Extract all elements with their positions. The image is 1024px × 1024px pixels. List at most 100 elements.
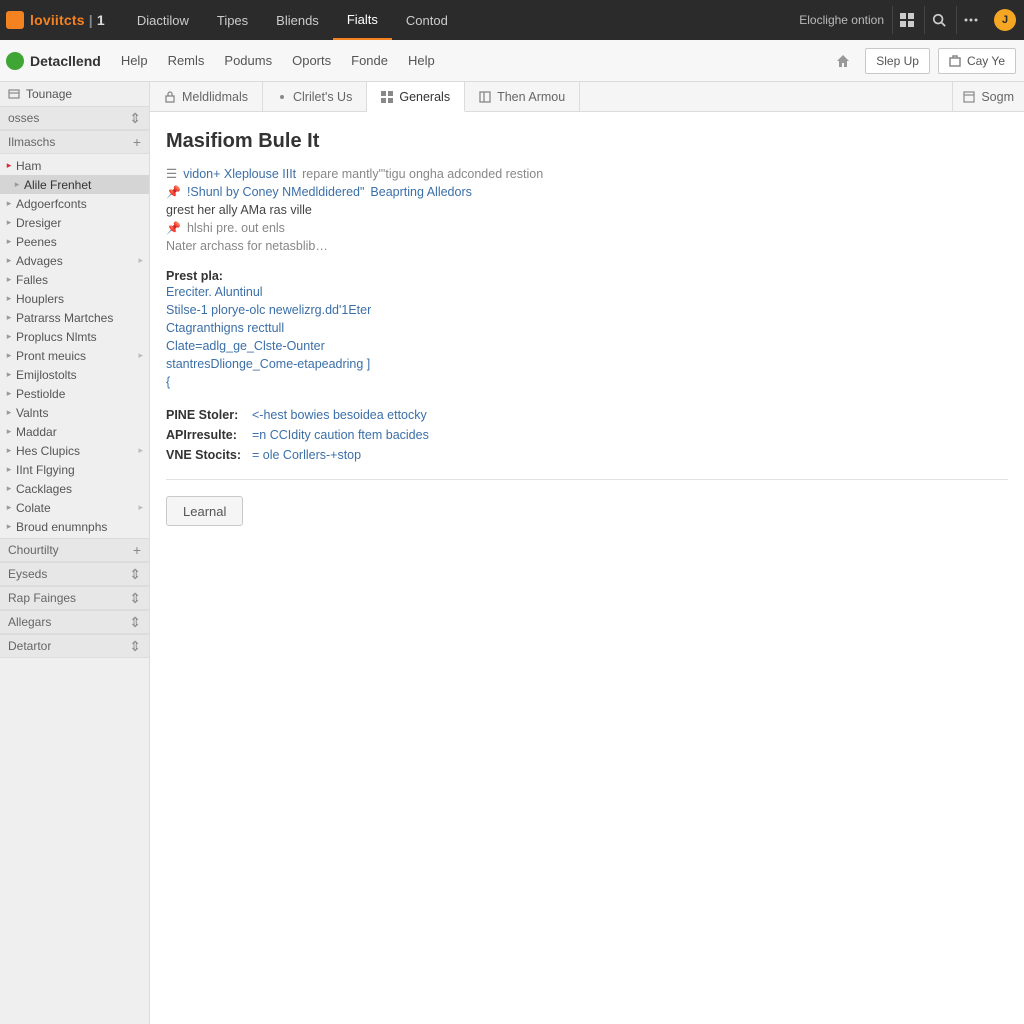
prest-link[interactable]: Ereciter. Aluntinul — [166, 283, 1008, 301]
expand-icon: ▸ — [138, 445, 143, 456]
tree-node-label: Falles — [14, 273, 48, 287]
collapse-icon[interactable]: ⇕ — [129, 110, 141, 127]
brand-logo-icon — [6, 11, 24, 29]
summary-line: ☰vidon+ Xleplouse IIIt repare mantly"'ti… — [166, 165, 1008, 183]
tree-node[interactable]: ▸Dresiger — [0, 213, 149, 232]
expand-icon: ▸ — [138, 255, 143, 266]
add-icon[interactable]: + — [133, 542, 141, 558]
top-tab-0[interactable]: Diactilow — [123, 0, 203, 40]
learn-button[interactable]: Learnal — [166, 496, 243, 526]
tree-node[interactable]: ▸Colate▸ — [0, 498, 149, 517]
chevron-right-icon: ▸ — [4, 350, 14, 361]
tree-node[interactable]: ▸Valnts — [0, 403, 149, 422]
collapse-icon[interactable]: ⇕ — [129, 590, 141, 607]
top-tab-2[interactable]: Bliends — [262, 0, 333, 40]
doc-tab-1[interactable]: Clrilet's Us — [263, 82, 367, 111]
sidebar-section[interactable]: Detartor⇕ — [0, 634, 149, 658]
chevron-right-icon: ▸ — [4, 217, 14, 228]
tree-node[interactable]: ▸Maddar — [0, 422, 149, 441]
chevron-right-icon: ▸ — [4, 331, 14, 342]
summary-line: 📌hlshi pre. out enls — [166, 219, 1008, 237]
tree-node[interactable]: ▸Advages▸ — [0, 251, 149, 270]
sidebar-section[interactable]: Allegars⇕ — [0, 610, 149, 634]
kv-key: VNE Stocits: — [166, 445, 252, 465]
sidebar-section-osses[interactable]: osses ⇕ — [0, 106, 149, 130]
sidebar-section-imaschs[interactable]: Ilmaschs + — [0, 130, 149, 154]
sidebar-section[interactable]: Chourtilty+ — [0, 538, 149, 562]
tree-node[interactable]: ▸Peenes — [0, 232, 149, 251]
chevron-right-icon: ▸ — [4, 255, 14, 266]
lock-icon — [164, 91, 176, 103]
summary-link[interactable]: vidon+ Xleplouse IIIt — [183, 165, 296, 183]
chevron-right-icon: ▸ — [4, 236, 14, 247]
menu-icon: ☰ — [166, 165, 177, 183]
top-tab-3[interactable]: Fialts — [333, 0, 392, 40]
tree-node[interactable]: ▸Patrarss Martches — [0, 308, 149, 327]
kv-value[interactable]: =n CCIdity caution ftem bacides — [252, 425, 429, 445]
prest-link[interactable]: stantresDlionge_Come-etapeadring ] — [166, 355, 1008, 373]
tree-node[interactable]: ▸Ham — [0, 156, 149, 175]
top-tab-1[interactable]: Tipes — [203, 0, 262, 40]
doc-tabs-tail[interactable]: Sogm — [952, 82, 1024, 111]
tree-node[interactable]: ▸Alile Frenhet — [0, 175, 149, 194]
menu-item-5[interactable]: Help — [398, 53, 445, 68]
kv-value[interactable]: = ole Corllers-+stop — [252, 445, 361, 465]
prest-link[interactable]: { — [166, 373, 1008, 391]
tree-node-label: Pront meuics — [14, 349, 86, 363]
menu-item-4[interactable]: Fonde — [341, 53, 398, 68]
apps-grid-icon[interactable] — [892, 6, 920, 34]
tree-node[interactable]: ▸Pront meuics▸ — [0, 346, 149, 365]
chevron-right-icon: ▸ — [4, 293, 14, 304]
sidebar-section-tounage[interactable]: Tounage — [0, 82, 149, 106]
top-right-label[interactable]: Eloclighe ontion — [799, 13, 888, 27]
menu-item-2[interactable]: Podums — [214, 53, 282, 68]
app-title[interactable]: Detacllend — [0, 52, 111, 70]
brand[interactable]: loviitcts | 1 — [0, 11, 123, 29]
tree-node[interactable]: ▸Cacklages — [0, 479, 149, 498]
tree-node[interactable]: ▸IInt Flgying — [0, 460, 149, 479]
menu-item-0[interactable]: Help — [111, 53, 158, 68]
doc-tab-0[interactable]: Meldlidmals — [150, 82, 263, 111]
top-tabs: DiactilowTipesBliendsFialtsContod — [123, 0, 462, 40]
app-menubar: Detacllend HelpRemlsPodumsOportsFondeHel… — [0, 40, 1024, 82]
export-button[interactable]: Cay Ye — [938, 48, 1016, 74]
home-icon[interactable] — [829, 47, 857, 75]
prest-link[interactable]: Stilse-1 plorye-olc newelizrg.dd'1Eter — [166, 301, 1008, 319]
top-tab-4[interactable]: Contod — [392, 0, 462, 40]
step-up-button[interactable]: Slep Up — [865, 48, 930, 74]
collapse-icon[interactable]: ⇕ — [129, 638, 141, 655]
menu-item-1[interactable]: Remls — [158, 53, 215, 68]
menu-item-3[interactable]: Oports — [282, 53, 341, 68]
chevron-right-icon: ▸ — [4, 502, 14, 513]
sidebar-section-label: Tounage — [26, 87, 72, 101]
expand-icon: ▸ — [138, 350, 143, 361]
tree-node[interactable]: ▸Broud enumnphs — [0, 517, 149, 536]
collapse-icon[interactable]: ⇕ — [129, 614, 141, 631]
tree-node[interactable]: ▸Emijlostolts — [0, 365, 149, 384]
doc-tab-2[interactable]: Generals — [367, 82, 465, 112]
tree-node[interactable]: ▸Hes Clupics▸ — [0, 441, 149, 460]
prest-link[interactable]: Ctagranthigns recttull — [166, 319, 1008, 337]
doc-tab-3[interactable]: Then Armou — [465, 82, 580, 111]
expand-icon: ▸ — [138, 502, 143, 513]
tree-node[interactable]: ▸Houplers — [0, 289, 149, 308]
kv-value[interactable]: <-hest bowies besoidea ettocky — [252, 405, 427, 425]
chevron-right-icon: ▸ — [4, 445, 14, 456]
chevron-right-icon: ▸ — [12, 179, 22, 190]
tree-node[interactable]: ▸Proplucs Nlmts — [0, 327, 149, 346]
prest-link[interactable]: Clate=adlg_ge_Clste-Ounter — [166, 337, 1008, 355]
chevron-right-icon: ▸ — [4, 369, 14, 380]
sidebar-section[interactable]: Eyseds⇕ — [0, 562, 149, 586]
summary-line: Nater archass for netasblib… — [166, 237, 1008, 255]
sidebar-section[interactable]: Rap Fainges⇕ — [0, 586, 149, 610]
chevron-right-icon: ▸ — [4, 407, 14, 418]
add-icon[interactable]: + — [133, 134, 141, 150]
tree-node[interactable]: ▸Pestiolde — [0, 384, 149, 403]
tree-node[interactable]: ▸Adgoerfconts — [0, 194, 149, 213]
more-icon[interactable] — [956, 6, 984, 34]
summary-link[interactable]: !Shunl by Coney NMedldidered" — [187, 183, 364, 201]
tree-node[interactable]: ▸Falles — [0, 270, 149, 289]
collapse-icon[interactable]: ⇕ — [129, 566, 141, 583]
user-avatar[interactable]: J — [994, 9, 1016, 31]
search-icon[interactable] — [924, 6, 952, 34]
